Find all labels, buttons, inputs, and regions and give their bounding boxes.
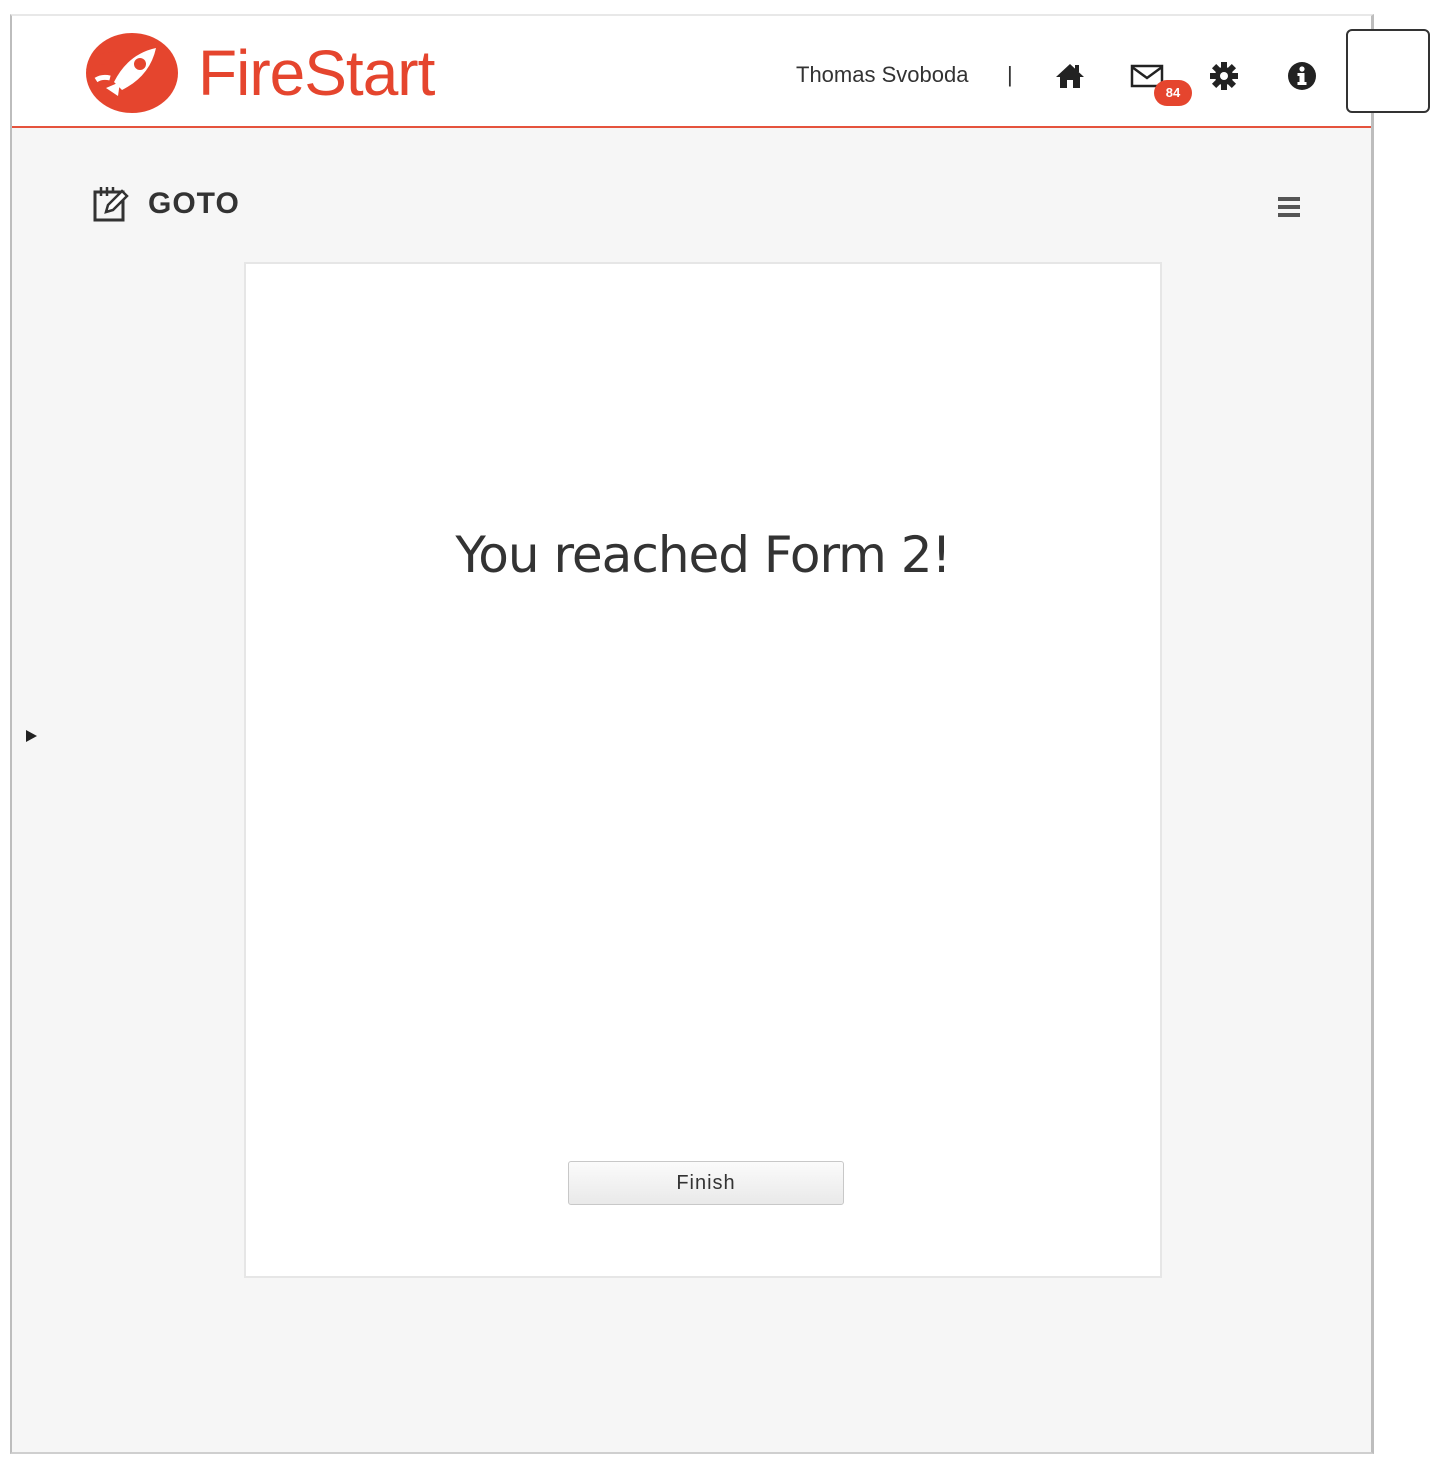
home-icon[interactable] (1054, 60, 1086, 92)
app-window: FireStart Thomas Svoboda | 84 GOTO You r… (10, 14, 1374, 1454)
app-name: FireStart (198, 37, 435, 109)
header-divider: | (1007, 62, 1013, 87)
top-header: FireStart Thomas Svoboda | 84 (12, 16, 1371, 128)
rocket-logo-icon (86, 33, 178, 113)
gear-icon[interactable] (1208, 60, 1240, 92)
firestart-logo[interactable]: FireStart (76, 30, 435, 116)
empty-overlay-box (1346, 29, 1430, 113)
edit-form-icon (93, 187, 129, 222)
hamburger-menu-icon[interactable] (1276, 194, 1302, 220)
mail-count-badge: 84 (1154, 80, 1192, 106)
sidebar-toggle-icon[interactable] (24, 728, 38, 744)
form-panel: You reached Form 2! Finish (244, 262, 1162, 1278)
user-name-link[interactable]: Thomas Svoboda (796, 62, 968, 88)
finish-button[interactable]: Finish (568, 1161, 844, 1205)
form-heading: You reached Form 2! (455, 526, 951, 584)
info-icon[interactable] (1286, 60, 1318, 92)
page-title-bar: GOTO (92, 184, 240, 224)
page-title: GOTO (148, 187, 240, 220)
